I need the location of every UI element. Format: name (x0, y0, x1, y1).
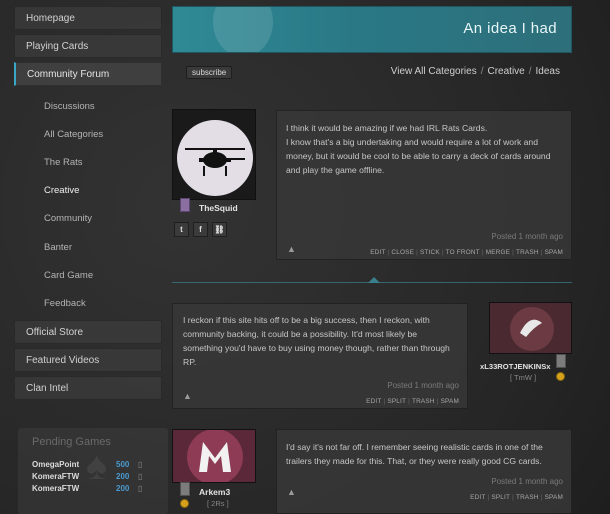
pending-points: 200 (116, 484, 130, 493)
twitter-share-icon[interactable]: t (174, 222, 189, 237)
pending-row[interactable]: OmegaPoint 500 ▯ (32, 460, 162, 469)
post-timestamp: Posted 1 month ago (491, 477, 563, 486)
mask-avatar-icon (490, 303, 571, 353)
pending-row[interactable]: KomeraFTW 200 ▯ (32, 484, 162, 493)
pending-games-panel: ♠ Pending Games OmegaPoint 500 ▯ KomeraF… (18, 428, 168, 514)
pending-points: 200 (116, 472, 130, 481)
subnav-creative[interactable]: Creative (14, 177, 162, 205)
split-button[interactable]: SPLIT (385, 398, 408, 405)
subnav-banter[interactable]: Banter (14, 234, 162, 262)
breadcrumb-creative[interactable]: Creative (488, 66, 525, 77)
spam-button[interactable]: SPAM (439, 398, 461, 405)
post-timestamp: Posted 1 month ago (387, 381, 459, 390)
post-body: I'd say it's not far off. I remember see… (276, 429, 572, 514)
post-actions: EDIT | CLOSE | STICK | TO FRONT | MERGE | TRASH | SP… (368, 249, 565, 256)
upvote-icon[interactable]: ▲ (183, 392, 195, 401)
post-username[interactable]: TheSquid (199, 203, 238, 213)
helicopter-avatar-icon (173, 110, 255, 199)
edit-button[interactable]: EDIT (364, 398, 383, 405)
cards-icon: ▯ (138, 460, 143, 469)
breadcrumb-separator: / (528, 66, 532, 77)
avatar-arkem3[interactable] (172, 429, 256, 483)
rank-badge (556, 354, 566, 368)
pending-games-title: Pending Games (32, 436, 111, 448)
subnav-card-game[interactable]: Card Game (14, 262, 162, 290)
post-body: I think it would be amazing if we had IR… (276, 110, 572, 260)
sidebar: Homepage Playing Cards Community Forum D… (14, 6, 162, 405)
logo-avatar-icon (173, 430, 255, 482)
subnav-all-categories[interactable]: All Categories (14, 121, 162, 149)
pending-points: 500 (116, 460, 130, 469)
coin-icon (556, 372, 565, 381)
link-share-icon[interactable]: ⛓ (212, 222, 227, 237)
cards-icon: ▯ (138, 484, 143, 493)
trash-button[interactable]: TRASH (514, 494, 541, 501)
clan-tag: [ TmW ] (510, 373, 537, 382)
avatar-thesquid[interactable] (172, 109, 256, 200)
clan-tag: [ 2Rs ] (207, 499, 229, 508)
to-front-button[interactable]: TO FRONT (444, 249, 482, 256)
nav-featured-videos[interactable]: Featured Videos (14, 348, 162, 373)
post-username[interactable]: Arkem3 (199, 487, 230, 497)
edit-button[interactable]: EDIT (468, 494, 487, 501)
post-text: I reckon if this site hits off to be a b… (183, 315, 450, 367)
trash-button[interactable]: TRASH (410, 398, 437, 405)
pending-player: KomeraFTW (32, 472, 80, 481)
spam-button[interactable]: SPAM (543, 249, 565, 256)
nav-official-store[interactable]: Official Store (14, 320, 162, 345)
post-username[interactable]: xL33ROTJENKINSx (480, 362, 550, 371)
nav-community-forum[interactable]: Community Forum (14, 62, 162, 87)
rank-badge (180, 198, 190, 212)
rank-badge (180, 482, 190, 496)
post-text: I think it would be amazing if we had IR… (286, 123, 551, 175)
post-actions: EDIT | SPLIT | TRASH | SPAM (364, 398, 461, 405)
post-text: I'd say it's not far off. I remember see… (286, 442, 543, 466)
split-button[interactable]: SPLIT (489, 494, 512, 501)
divider-arrow-icon (368, 277, 380, 283)
subnav-community[interactable]: Community (14, 205, 162, 233)
breadcrumb-ideas[interactable]: Ideas (536, 66, 560, 77)
pending-player: KomeraFTW (32, 484, 80, 493)
post-timestamp: Posted 1 month ago (491, 232, 563, 241)
subnav-the-rats[interactable]: The Rats (14, 149, 162, 177)
pending-row[interactable]: KomeraFTW 200 ▯ (32, 472, 162, 481)
nav-homepage[interactable]: Homepage (14, 6, 162, 30)
upvote-icon[interactable]: ▲ (287, 488, 299, 497)
nav-playing-cards[interactable]: Playing Cards (14, 34, 162, 59)
avatar-xl33rotjenkinsx[interactable] (489, 302, 572, 354)
pending-player: OmegaPoint (32, 460, 80, 469)
cards-icon: ▯ (138, 472, 143, 481)
close-button[interactable]: CLOSE (389, 249, 416, 256)
nav-clan-intel[interactable]: Clan Intel (14, 376, 162, 401)
facebook-share-icon[interactable]: f (193, 222, 208, 237)
breadcrumb-all-categories[interactable]: View All Categories (391, 66, 477, 77)
thread-toolbar: subscribe View All Categories / Creative / I… (172, 64, 572, 82)
trash-button[interactable]: TRASH (514, 249, 541, 256)
merge-button[interactable]: MERGE (484, 249, 512, 256)
subscribe-button[interactable]: subscribe (186, 66, 233, 79)
stick-button[interactable]: STICK (418, 249, 442, 256)
upvote-icon[interactable]: ▲ (287, 245, 299, 254)
spam-button[interactable]: SPAM (543, 494, 565, 501)
edit-button[interactable]: EDIT (368, 249, 387, 256)
breadcrumb-separator: / (480, 66, 484, 77)
post-actions: EDIT | SPLIT | TRASH | SPAM (468, 494, 565, 501)
coin-icon (180, 499, 189, 508)
breadcrumb: View All Categories / Creative / Ideas (391, 66, 560, 77)
subnav-feedback[interactable]: Feedback (14, 290, 162, 318)
post-body: I reckon if this site hits off to be a b… (172, 303, 468, 409)
thread-title: An idea I had (463, 20, 557, 37)
forum-subnav: Discussions All Categories The Rats Crea… (14, 91, 162, 321)
thread-banner: An idea I had (172, 6, 572, 53)
subnav-discussions[interactable]: Discussions (14, 93, 162, 121)
